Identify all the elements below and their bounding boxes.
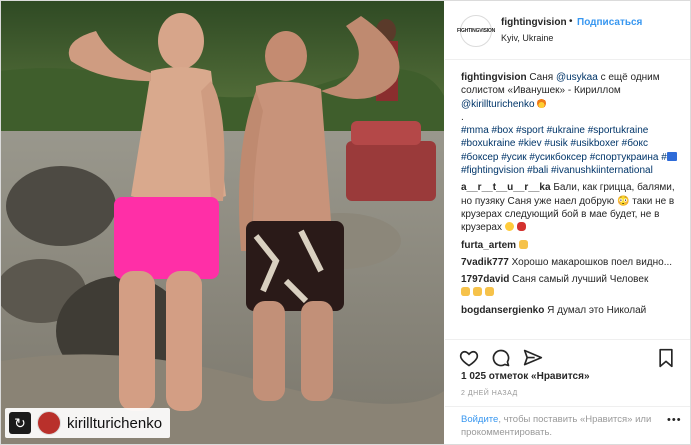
- instagram-post-frame: ↻ kirillturichenko FIGHTINGVISION fighti…: [0, 0, 691, 445]
- author-avatar-text: FIGHTINGVISION: [456, 28, 496, 34]
- login-prompt-text: Войдите, чтобы поставить «Нравится» или …: [461, 413, 681, 439]
- caption-mention-kirill[interactable]: @kirillturichenko: [461, 99, 535, 110]
- comment-item: 1797david Саня самый лучший Человек: [461, 273, 683, 300]
- repost-credit[interactable]: ↻ kirillturichenko: [5, 408, 171, 438]
- header-separator: •: [569, 16, 573, 27]
- comment-username[interactable]: 1797david: [461, 274, 509, 285]
- repost-username: kirillturichenko: [67, 414, 163, 432]
- heart-icon: [459, 350, 479, 367]
- repost-icon: ↻: [9, 412, 31, 434]
- repost-avatar: [37, 411, 61, 435]
- share-button[interactable]: [523, 348, 543, 373]
- comment-item: 7vadik777 Хорошо макарошков поел видно..…: [461, 256, 683, 269]
- author-avatar[interactable]: FIGHTINGVISION: [456, 15, 496, 47]
- post-header: FIGHTINGVISION fightingvision • Подписат…: [445, 1, 690, 60]
- comment-item: bogdansergienko Я думал это Николай: [461, 304, 683, 317]
- likes-count[interactable]: 1 025 отметок «Нравится»: [461, 371, 590, 382]
- save-button[interactable]: [657, 348, 675, 373]
- caption-mention-usyk[interactable]: @usykaa: [556, 72, 598, 83]
- caption-dot: .: [461, 111, 464, 123]
- muscle-emoji-icon: [472, 287, 482, 297]
- smile-emoji-icon: [504, 222, 514, 232]
- boxing-glove-emoji-icon: [516, 222, 526, 232]
- like-button[interactable]: [459, 348, 479, 373]
- caption-hashtags-2[interactable]: #fightingvision #bali #ivanushkiinternat…: [461, 165, 653, 176]
- login-link[interactable]: Войдите: [461, 414, 498, 425]
- bookmark-icon: [659, 348, 673, 368]
- author-username[interactable]: fightingvision: [501, 17, 567, 28]
- muscle-emoji-icon: [461, 287, 470, 297]
- post-sidebar: FIGHTINGVISION fightingvision • Подписат…: [445, 1, 690, 444]
- post-photo[interactable]: ↻ kirillturichenko: [1, 1, 444, 444]
- comment-text: Саня самый лучший Человек: [512, 274, 649, 286]
- comment-username[interactable]: bogdansergienko: [461, 305, 544, 316]
- comment-text: Я думал это Николай: [547, 304, 647, 316]
- comment-item: a__r__t__u__r__ka Бали, как грицца, баля…: [461, 181, 683, 234]
- more-options-icon[interactable]: •••: [667, 414, 682, 426]
- action-bar: [445, 339, 690, 374]
- comment-text: Хорошо макарошков поел видно...: [511, 256, 673, 268]
- fire-emoji-icon: [537, 97, 547, 108]
- comment-username[interactable]: a__r__t__u__r__ka: [461, 182, 551, 193]
- caption-hashtags-1[interactable]: #mma #box #sport #ukraine #sportukraine …: [461, 125, 667, 163]
- caption: fightingvision Саня @usykaa с ещё одним …: [461, 71, 683, 177]
- post-location[interactable]: Kyiv, Ukraine: [501, 33, 553, 43]
- caption-username[interactable]: fightingvision: [461, 72, 527, 83]
- post-date[interactable]: 2 дней назад: [461, 390, 518, 397]
- comments-list: fightingvision Саня @usykaa с ещё одним …: [461, 71, 683, 339]
- follow-button[interactable]: Подписаться: [577, 17, 642, 28]
- comment-item: furta_artem: [461, 239, 683, 252]
- share-icon: [523, 349, 543, 366]
- ukraine-flag-emoji-icon: [666, 151, 677, 161]
- muscle-emoji-icon: [484, 287, 494, 297]
- caption-text-1: Саня: [529, 72, 556, 83]
- login-prompt: Войдите, чтобы поставить «Нравится» или …: [445, 406, 690, 444]
- post-photo-illustration: [1, 1, 444, 444]
- comment-icon: [492, 349, 510, 367]
- comment-button[interactable]: [491, 348, 511, 373]
- comment-username[interactable]: furta_artem: [461, 240, 516, 251]
- comment-username[interactable]: 7vadik777: [461, 257, 509, 268]
- thumbs-up-emoji-icon: [518, 239, 528, 249]
